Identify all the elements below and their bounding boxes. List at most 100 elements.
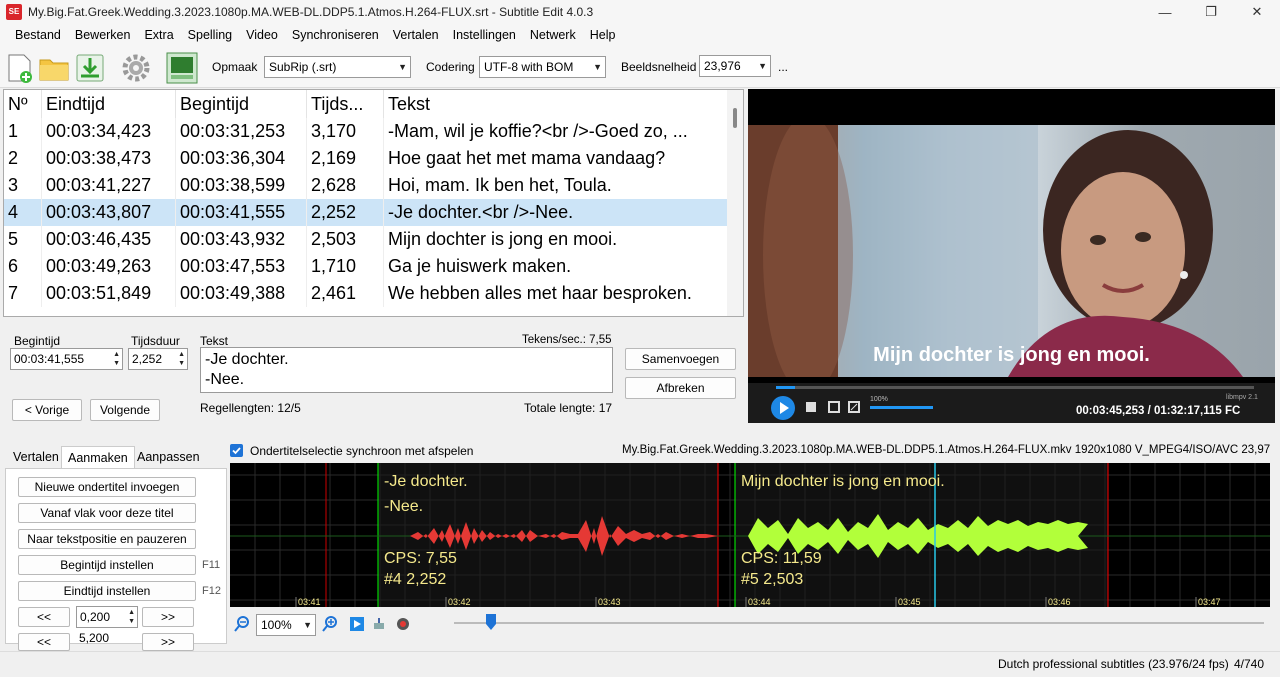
duration-input[interactable]: 2,252 ▲ ▼ — [128, 348, 188, 370]
encoding-label: Codering — [426, 60, 475, 74]
waveform-toolbar: 100% ▼ — [230, 610, 1270, 638]
volume-slider[interactable] — [870, 406, 933, 409]
step-back-button[interactable]: << — [18, 607, 70, 627]
fit-screen-icon[interactable] — [848, 401, 860, 413]
minimize-icon[interactable]: — — [1142, 0, 1188, 24]
table-row[interactable]: 5 00:03:46,435 00:03:43,932 2,503 Mijn docht… — [4, 226, 729, 253]
spinner-icon[interactable]: ▲ ▼ — [113, 350, 120, 368]
maximize-icon[interactable]: ❐ — [1188, 0, 1234, 24]
table-row[interactable]: 3 00:03:41,227 00:03:38,599 2,628 Hoi, mam. … — [4, 172, 729, 199]
cps-label: Tekens/sec.: 7,55 — [522, 334, 612, 346]
framerate-select[interactable]: 23,976 ▼ — [699, 55, 771, 77]
big-step-back-button[interactable]: << — [18, 633, 70, 651]
new-file-icon[interactable] — [4, 52, 36, 84]
spinner-icon[interactable]: ▲ ▼ — [128, 608, 135, 626]
subtitle-text-input[interactable]: -Je dochter. -Nee. — [200, 347, 613, 393]
duration-label: Tijdsduur — [131, 334, 180, 348]
step-forward-button[interactable]: >> — [142, 607, 194, 627]
tab-aanmaken[interactable]: Aanmaken — [61, 446, 135, 468]
spinner-icon[interactable]: ▲ ▼ — [178, 350, 185, 368]
video-player[interactable]: Mijn dochter is jong en mooi. 100% libmp… — [748, 89, 1275, 423]
cell-start: 00:03:43,932 — [176, 226, 307, 253]
cell-dur: 2,252 — [307, 199, 384, 226]
table-row[interactable]: 6 00:03:49,263 00:03:47,553 1,710 Ga je huis… — [4, 253, 729, 280]
menu-spelling[interactable]: Spelling — [181, 24, 239, 46]
col-start[interactable]: Begintijd — [176, 90, 307, 118]
download-icon[interactable] — [74, 52, 106, 84]
stop-icon[interactable] — [806, 402, 816, 412]
goto-and-pause-button[interactable]: Naar tekstpositie en pauzeren — [18, 529, 196, 549]
waveform[interactable]: 03:41 03:42 03:43 03:44 03:45 03:46 03:4… — [230, 463, 1270, 607]
zoom-out-icon[interactable] — [234, 616, 250, 632]
table-row[interactable]: 7 00:03:51,849 00:03:49,388 2,461 We hebben … — [4, 280, 729, 307]
menu-bewerken[interactable]: Bewerken — [68, 24, 138, 46]
zoom-select[interactable]: 100% ▼ — [256, 614, 316, 636]
slider-thumb[interactable] — [486, 614, 496, 630]
format-select[interactable]: SubRip (.srt) ▼ — [264, 56, 411, 78]
col-text[interactable]: Tekst — [384, 90, 729, 118]
subtitle-list[interactable]: Nº Eindtijd Begintijd Tijds... Tekst 1 00… — [3, 89, 744, 317]
insert-before-button[interactable]: Vanaf vlak voor deze titel — [18, 503, 196, 523]
encoding-select[interactable]: UTF-8 with BOM ▼ — [479, 56, 606, 78]
menu-extra[interactable]: Extra — [137, 24, 180, 46]
scrollbar-thumb[interactable] — [733, 108, 737, 128]
cell-start: 00:03:41,555 — [176, 199, 307, 226]
next-button[interactable]: Volgende — [90, 399, 160, 421]
menu-vertalen[interactable]: Vertalen — [386, 24, 446, 46]
list-scrollbar[interactable] — [727, 90, 743, 316]
zoom-in-icon[interactable] — [322, 616, 338, 632]
menu-synchroniseren[interactable]: Synchroniseren — [285, 24, 386, 46]
cell-n: 3 — [4, 172, 42, 199]
big-step-forward-button[interactable]: >> — [142, 633, 194, 651]
play-icon[interactable] — [770, 395, 796, 421]
menu-instellingen[interactable]: Instellingen — [446, 24, 523, 46]
more-options[interactable]: ... — [778, 60, 788, 74]
cell-n: 6 — [4, 253, 42, 280]
tick-label: 03:44 — [748, 597, 771, 607]
record-icon[interactable] — [396, 617, 410, 631]
set-start-button[interactable]: Begintijd instellen — [18, 555, 196, 575]
set-end-button[interactable]: Eindtijd instellen — [18, 581, 196, 601]
cell-end: 00:03:41,227 — [42, 172, 176, 199]
big-step-input[interactable]: 5,200 — [76, 631, 138, 647]
menu-help[interactable]: Help — [583, 24, 623, 46]
chevron-down-icon: ▼ — [593, 62, 602, 72]
waveform-position-slider[interactable] — [454, 622, 1264, 624]
cell-dur: 2,461 — [307, 280, 384, 307]
tab-vertalen[interactable]: Vertalen — [7, 446, 65, 468]
previous-button[interactable]: < Vorige — [12, 399, 82, 421]
col-duration[interactable]: Tijds... — [307, 90, 384, 118]
table-row-partial[interactable] — [4, 307, 729, 316]
close-icon[interactable]: ✕ — [1234, 0, 1280, 24]
merge-button[interactable]: Samenvoegen — [625, 348, 736, 370]
play-selection-icon[interactable] — [350, 617, 364, 631]
split-button[interactable]: Afbreken — [625, 377, 736, 399]
start-time-input[interactable]: 00:03:41,555 ▲ ▼ — [10, 348, 123, 370]
open-folder-icon[interactable] — [38, 52, 70, 84]
insert-new-subtitle-button[interactable]: Nieuwe ondertitel invoegen — [18, 477, 196, 497]
chevron-down-icon: ▼ — [398, 62, 407, 72]
center-icon[interactable] — [372, 617, 386, 631]
menu-netwerk[interactable]: Netwerk — [523, 24, 583, 46]
tab-aanpassen[interactable]: Aanpassen — [131, 446, 206, 468]
encoding-value: UTF-8 with BOM — [484, 60, 574, 74]
table-row[interactable]: 4 00:03:43,807 00:03:41,555 2,252 -Je dochte… — [4, 199, 729, 226]
cell-text: -Mam, wil je koffie?<br />-Goed zo, ... — [384, 118, 729, 145]
settings-gear-icon[interactable] — [120, 52, 152, 84]
menu-bestand[interactable]: Bestand — [8, 24, 68, 46]
video-seekbar[interactable] — [776, 386, 1254, 389]
subtitle-4-stats: CPS: 7,55 #4 2,252 — [384, 548, 457, 590]
table-row[interactable]: 2 00:03:38,473 00:03:36,304 2,169 Hoe gaat h… — [4, 145, 729, 172]
menu-video[interactable]: Video — [239, 24, 285, 46]
col-number[interactable]: Nº — [4, 90, 42, 118]
cell-dur: 3,170 — [307, 118, 384, 145]
tick-label: 03:46 — [1048, 597, 1071, 607]
sync-checkbox[interactable] — [230, 444, 243, 457]
table-row[interactable]: 1 00:03:34,423 00:03:31,253 3,170 -Mam, wil … — [4, 118, 729, 145]
cell-start: 00:03:49,388 — [176, 280, 307, 307]
sync-checkbox-label[interactable]: Ondertitelselectie synchroon met afspele… — [250, 444, 473, 458]
video-layout-icon[interactable] — [166, 52, 198, 84]
step-input[interactable]: 0,200 ▲ ▼ — [76, 606, 138, 628]
col-end[interactable]: Eindtijd — [42, 90, 176, 118]
fullscreen-icon[interactable] — [828, 401, 840, 413]
